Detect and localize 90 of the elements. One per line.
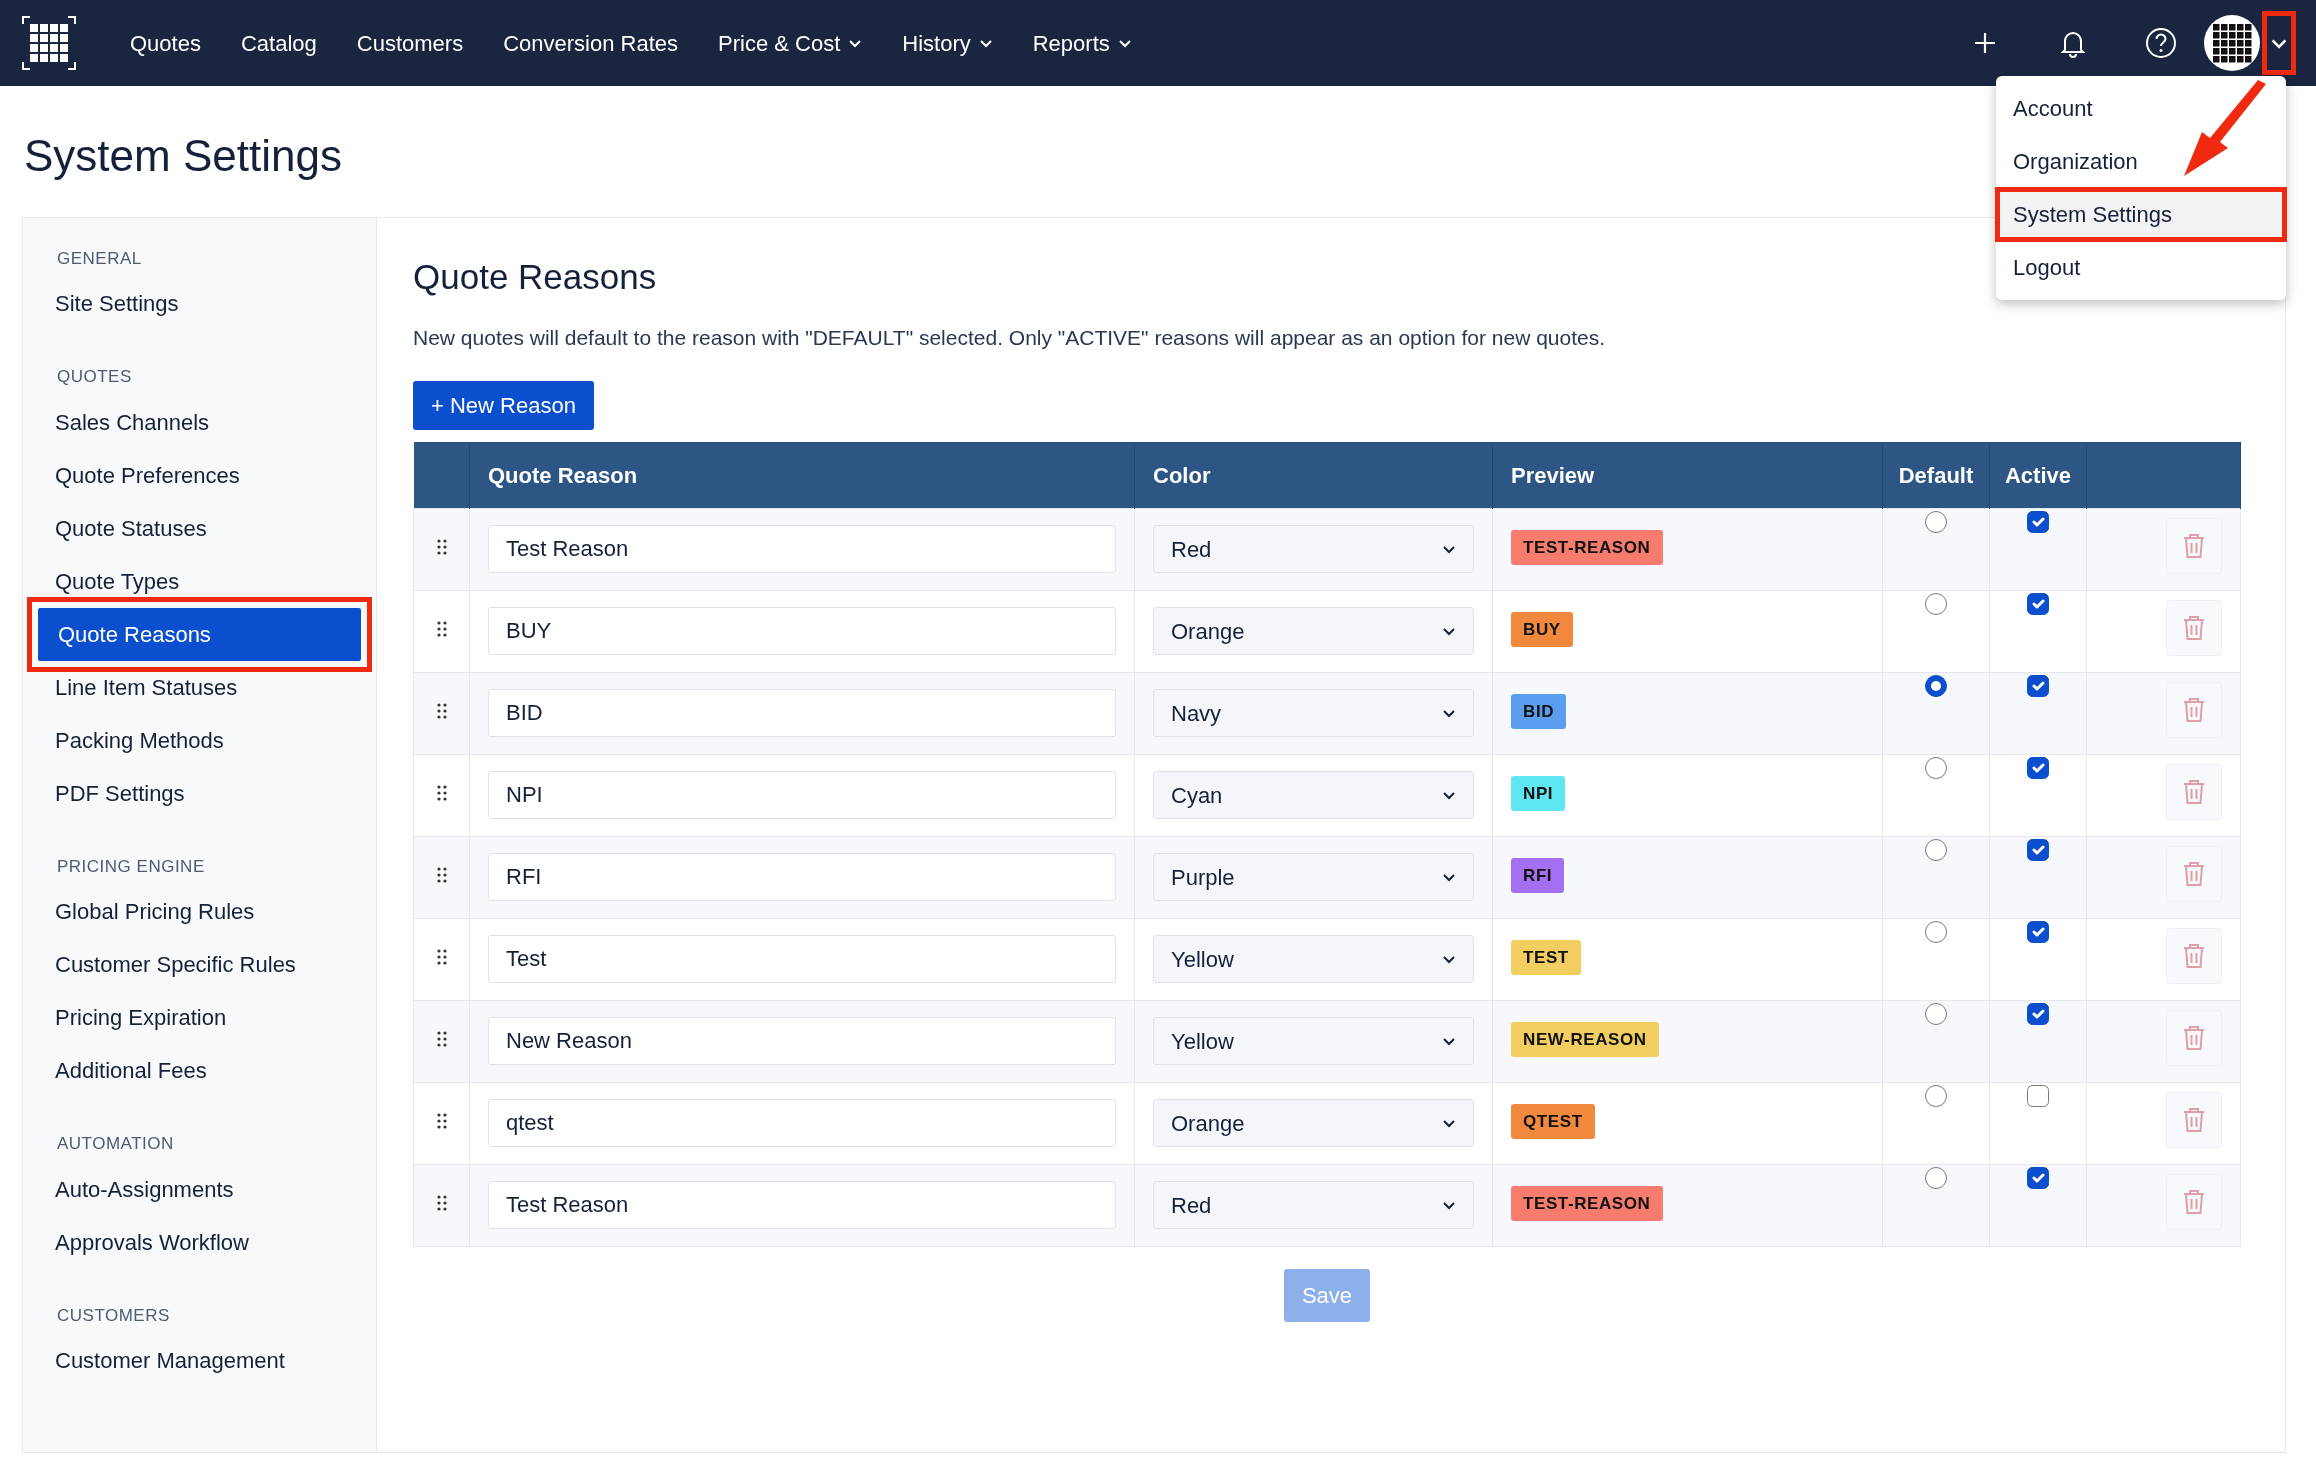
menu-item[interactable]: Logout bbox=[1996, 241, 2286, 294]
reason-input[interactable]: New Reason bbox=[488, 1017, 1116, 1066]
color-select[interactable]: Orange bbox=[1153, 607, 1474, 656]
sidebar-item[interactable]: Line Item Statuses bbox=[35, 660, 364, 714]
default-radio[interactable] bbox=[1925, 838, 1947, 861]
sidebar-item[interactable]: Sales Channels bbox=[35, 395, 364, 449]
color-select[interactable]: Red bbox=[1153, 525, 1474, 574]
default-radio[interactable] bbox=[1925, 1084, 1947, 1107]
active-checkbox[interactable] bbox=[2027, 674, 2049, 697]
menu-item[interactable]: System Settings bbox=[1996, 188, 2286, 241]
default-radio[interactable] bbox=[1925, 920, 1947, 943]
column-header: Color bbox=[1134, 442, 1493, 509]
reason-input[interactable]: Test bbox=[488, 935, 1116, 984]
sidebar-item[interactable]: Site Settings bbox=[35, 277, 364, 331]
default-radio[interactable] bbox=[1925, 1166, 1947, 1189]
sidebar-item[interactable]: Packing Methods bbox=[35, 713, 364, 767]
sidebar-item[interactable]: Quote Statuses bbox=[35, 501, 364, 555]
sidebar-heading: GENERAL bbox=[56, 247, 143, 270]
logo-icon[interactable] bbox=[22, 16, 76, 70]
sidebar-item[interactable]: Auto-Assignments bbox=[35, 1162, 364, 1216]
active-checkbox[interactable] bbox=[2027, 756, 2049, 779]
description-text: New quotes will default to the reason with "DEFAULT" selected. Only "ACTIVE" reasons will appear as an option for new quotes. bbox=[413, 324, 1607, 351]
sidebar-item[interactable]: PDF Settings bbox=[35, 766, 364, 820]
sidebar-heading: QUOTES bbox=[56, 366, 133, 389]
reason-input[interactable]: Test Reason bbox=[488, 1181, 1116, 1230]
column-header: Active bbox=[1989, 442, 2087, 509]
reason-tag: TEST-REASON bbox=[1511, 529, 1663, 566]
nav-link[interactable]: Customers bbox=[356, 26, 464, 60]
reason-input[interactable]: RFI bbox=[488, 853, 1116, 902]
reason-tag: BID bbox=[1511, 693, 1567, 730]
reason-input[interactable]: Test Reason bbox=[488, 525, 1116, 574]
reason-tag: NEW-REASON bbox=[1511, 1021, 1659, 1058]
reason-tag: TEST bbox=[1511, 939, 1581, 976]
reason-tag: TEST-REASON bbox=[1511, 1185, 1663, 1222]
active-checkbox[interactable] bbox=[2027, 1002, 2049, 1025]
default-radio[interactable] bbox=[1925, 674, 1947, 697]
active-checkbox[interactable] bbox=[2027, 1084, 2049, 1107]
reason-input[interactable]: NPI bbox=[488, 771, 1116, 820]
color-select[interactable]: Yellow bbox=[1153, 935, 1474, 984]
page-title: System Settings bbox=[23, 130, 343, 182]
menu-item[interactable]: Account bbox=[1996, 82, 2286, 135]
color-select[interactable]: Red bbox=[1153, 1181, 1474, 1230]
avatar-icon[interactable] bbox=[2204, 15, 2260, 71]
nav-link[interactable]: Conversion Rates bbox=[503, 26, 678, 60]
nav-link[interactable]: Quotes bbox=[130, 26, 201, 60]
column-header: Default bbox=[1882, 442, 1990, 509]
nav-dropdown[interactable]: History bbox=[902, 26, 993, 60]
reason-input[interactable]: BID bbox=[488, 689, 1116, 738]
active-checkbox[interactable] bbox=[2027, 1166, 2049, 1189]
new-reason-button[interactable]: + New Reason bbox=[413, 381, 594, 431]
active-checkbox[interactable] bbox=[2027, 592, 2049, 615]
default-radio[interactable] bbox=[1925, 756, 1947, 779]
reason-input[interactable]: qtest bbox=[488, 1099, 1116, 1148]
help-icon[interactable] bbox=[2144, 26, 2178, 60]
column-header: Quote Reason bbox=[469, 442, 1135, 509]
sidebar-item[interactable]: Quote Types bbox=[35, 554, 364, 608]
nav-dropdown[interactable]: Price & Cost bbox=[718, 26, 863, 60]
reason-tag: RFI bbox=[1511, 857, 1565, 894]
sidebar-item[interactable]: Quote Reasons bbox=[38, 607, 361, 661]
color-select[interactable]: Yellow bbox=[1153, 1017, 1474, 1066]
sidebar-heading: AUTOMATION bbox=[56, 1133, 175, 1156]
sidebar-item[interactable]: Quote Preferences bbox=[35, 448, 364, 502]
column-header: Preview bbox=[1492, 442, 1883, 509]
active-checkbox[interactable] bbox=[2027, 920, 2049, 943]
sidebar-heading: PRICING ENGINE bbox=[56, 855, 206, 878]
sidebar-item[interactable]: Additional Fees bbox=[35, 1044, 364, 1098]
sidebar-item[interactable]: Customer Management bbox=[35, 1334, 364, 1388]
sidebar-item[interactable]: Pricing Expiration bbox=[35, 991, 364, 1045]
section-title: Quote Reasons bbox=[413, 255, 657, 298]
nav-link[interactable]: Catalog bbox=[240, 26, 317, 60]
sidebar-item[interactable]: Approvals Workflow bbox=[35, 1215, 364, 1269]
reason-input[interactable]: BUY bbox=[488, 607, 1116, 656]
color-select[interactable]: Cyan bbox=[1153, 771, 1474, 820]
default-radio[interactable] bbox=[1925, 1002, 1947, 1025]
active-checkbox[interactable] bbox=[2027, 510, 2049, 533]
caret-icon[interactable] bbox=[2264, 13, 2294, 73]
reason-tag: BUY bbox=[1511, 611, 1573, 648]
color-select[interactable]: Purple bbox=[1153, 853, 1474, 902]
sidebar-heading: CUSTOMERS bbox=[56, 1304, 171, 1327]
nav-dropdown[interactable]: Reports bbox=[1032, 26, 1132, 60]
active-checkbox[interactable] bbox=[2027, 838, 2049, 861]
default-radio[interactable] bbox=[1925, 510, 1947, 533]
menu-item[interactable]: Organization bbox=[1996, 135, 2286, 188]
reason-tag: QTEST bbox=[1511, 1103, 1595, 1140]
default-radio[interactable] bbox=[1925, 592, 1947, 615]
color-select[interactable]: Navy bbox=[1153, 689, 1474, 738]
sidebar-item[interactable]: Global Pricing Rules bbox=[35, 885, 364, 939]
sidebar-item[interactable]: Customer Specific Rules bbox=[35, 938, 364, 992]
reason-tag: NPI bbox=[1511, 775, 1566, 812]
color-select[interactable]: Orange bbox=[1153, 1099, 1474, 1148]
